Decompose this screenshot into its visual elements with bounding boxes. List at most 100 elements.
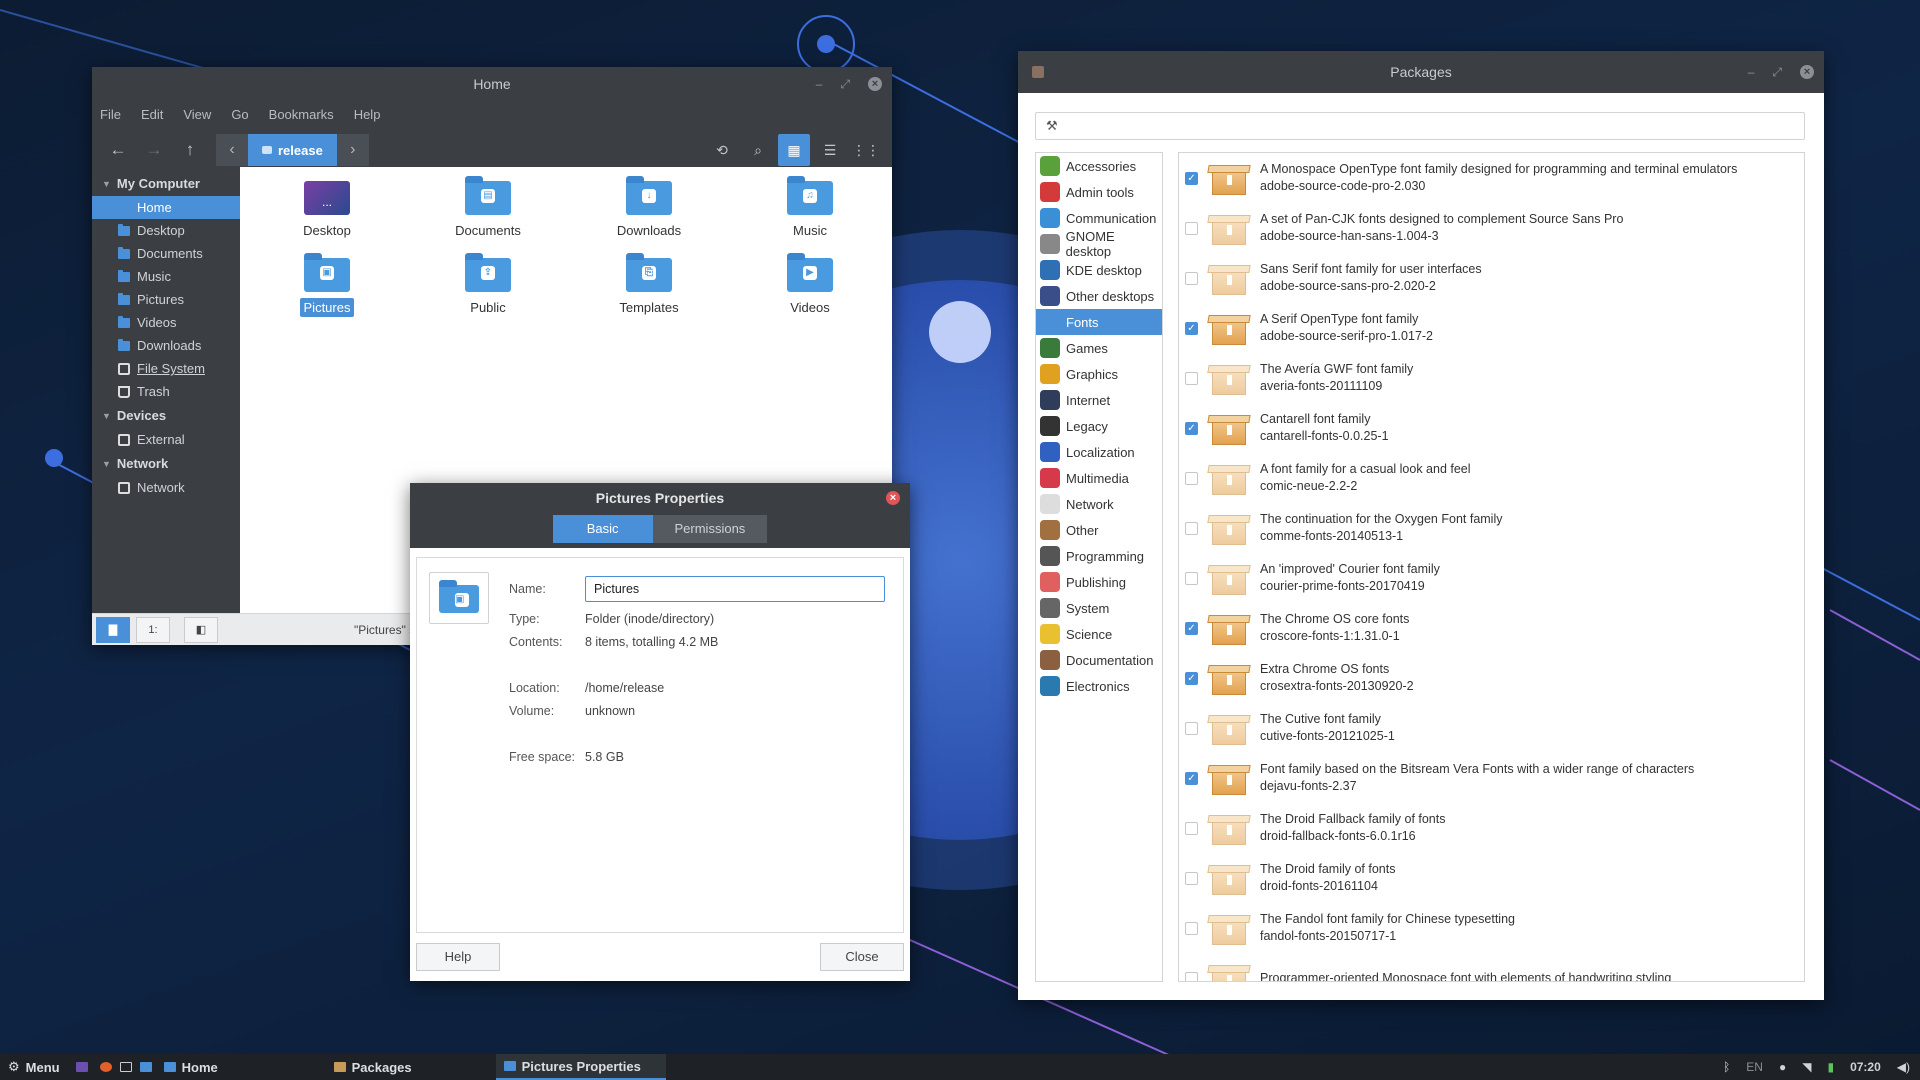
category-item[interactable]: Multimedia xyxy=(1036,465,1162,491)
file-item-music[interactable]: ♫ Music xyxy=(735,176,885,238)
terminal-launcher[interactable] xyxy=(116,1054,136,1080)
tab-permissions[interactable]: Permissions xyxy=(652,515,768,543)
help-button[interactable]: Help xyxy=(416,943,500,971)
menu-help[interactable]: Help xyxy=(354,107,381,122)
category-item[interactable]: Fonts xyxy=(1036,309,1162,335)
breadcrumb-right-chevron-icon[interactable]: › xyxy=(336,134,369,166)
package-row[interactable]: ✓ Cantarell font family cantarell-fonts-0.… xyxy=(1179,403,1804,453)
bluetooth-icon[interactable]: ᛒ xyxy=(1723,1060,1730,1074)
sidebar-item-network[interactable]: Network xyxy=(92,476,240,499)
breadcrumb-current[interactable]: release xyxy=(248,134,337,166)
category-item[interactable]: Internet xyxy=(1036,387,1162,413)
package-row[interactable]: ✓ The Chrome OS core fonts croscore-fonts-… xyxy=(1179,603,1804,653)
install-checkbox[interactable] xyxy=(1185,521,1198,535)
install-checkbox[interactable] xyxy=(1185,721,1198,735)
folder-preview[interactable]: ▣ xyxy=(429,572,489,624)
menu-go[interactable]: Go xyxy=(231,107,248,122)
sidebar-item-downloads[interactable]: Downloads xyxy=(92,334,240,357)
category-item[interactable]: Other desktops xyxy=(1036,283,1162,309)
sidebar-item-home[interactable]: Home xyxy=(92,196,240,219)
close-icon[interactable]: × xyxy=(868,77,882,91)
name-field[interactable]: Pictures xyxy=(585,576,885,602)
close-icon[interactable]: × xyxy=(886,491,900,505)
package-row[interactable]: ✓ A Monospace OpenType font family design… xyxy=(1179,153,1804,203)
sidebar-item-desktop[interactable]: Desktop xyxy=(92,219,240,242)
back-arrow-icon[interactable]: ← xyxy=(100,140,136,160)
user-icon[interactable]: ● xyxy=(1779,1060,1786,1074)
hide-sidebar-icon[interactable]: ◧ xyxy=(184,616,218,643)
category-item[interactable]: Localization xyxy=(1036,439,1162,465)
install-checkbox[interactable]: ✓ xyxy=(1185,421,1198,435)
package-row[interactable]: ✓ Font family based on the Bitsream Vera … xyxy=(1179,753,1804,803)
package-row[interactable]: An 'improved' Courier font family courier… xyxy=(1179,553,1804,603)
package-row[interactable]: The Droid Fallback family of fonts droid-… xyxy=(1179,803,1804,853)
show-tree-button[interactable]: 1: xyxy=(136,616,170,643)
install-checkbox[interactable] xyxy=(1185,471,1198,485)
package-row[interactable]: Sans Serif font family for user interfac… xyxy=(1179,253,1804,303)
install-checkbox[interactable] xyxy=(1185,571,1198,585)
battery-icon[interactable]: ▮ xyxy=(1827,1060,1834,1074)
close-button[interactable]: Close xyxy=(820,943,904,971)
file-item-public[interactable]: ⇪ Public xyxy=(413,253,563,315)
volume-icon[interactable]: ◀) xyxy=(1897,1060,1910,1074)
package-row[interactable]: The Fandol font family for Chinese types… xyxy=(1179,903,1804,953)
install-checkbox[interactable] xyxy=(1185,271,1198,285)
tab-basic[interactable]: Basic xyxy=(552,515,653,543)
category-item[interactable]: Games xyxy=(1036,335,1162,361)
install-checkbox[interactable] xyxy=(1185,221,1198,235)
category-item[interactable]: Publishing xyxy=(1036,569,1162,595)
install-checkbox[interactable] xyxy=(1185,871,1198,885)
category-item[interactable]: Network xyxy=(1036,491,1162,517)
sidebar-item-file-system[interactable]: File System xyxy=(92,357,240,380)
menu-file[interactable]: File xyxy=(100,107,121,122)
packages-titlebar[interactable]: Packages – ⤢ × xyxy=(1018,51,1824,93)
file-item-pictures[interactable]: ▣ Pictures xyxy=(252,253,402,317)
package-row[interactable]: The Cutive font family cutive-fonts-20121… xyxy=(1179,703,1804,753)
package-row[interactable]: The Avería GWF font family averia-fonts-2… xyxy=(1179,353,1804,403)
search-icon[interactable]: ⌕ xyxy=(742,134,774,166)
firefox-launcher[interactable] xyxy=(96,1054,116,1080)
compact-view-icon[interactable]: ⋮⋮ xyxy=(850,134,882,166)
files-launcher[interactable] xyxy=(136,1054,156,1080)
category-item[interactable]: Programming xyxy=(1036,543,1162,569)
file-item-desktop[interactable]: ... Desktop xyxy=(252,181,402,238)
category-item[interactable]: Legacy xyxy=(1036,413,1162,439)
install-checkbox[interactable]: ✓ xyxy=(1185,621,1198,635)
toggle-location-icon[interactable]: ⟲ xyxy=(706,134,738,166)
sidebar-item-music[interactable]: Music xyxy=(92,265,240,288)
install-checkbox[interactable]: ✓ xyxy=(1185,771,1198,785)
file-item-videos[interactable]: ▶ Videos xyxy=(735,253,885,315)
file-item-downloads[interactable]: ↓ Downloads xyxy=(574,176,724,238)
install-checkbox[interactable]: ✓ xyxy=(1185,321,1198,335)
sidebar-item-external[interactable]: External xyxy=(92,428,240,451)
maximize-icon[interactable]: ⤢ xyxy=(1772,65,1782,80)
close-icon[interactable]: × xyxy=(1800,65,1814,79)
sidebar-header-network[interactable]: ▼ Network xyxy=(92,451,240,476)
package-row[interactable]: The continuation for the Oxygen Font fam… xyxy=(1179,503,1804,553)
icon-view-icon[interactable]: ▦ xyxy=(778,134,810,166)
install-checkbox[interactable] xyxy=(1185,971,1198,981)
category-item[interactable]: KDE desktop xyxy=(1036,257,1162,283)
category-item[interactable]: GNOME desktop xyxy=(1036,229,1162,259)
package-row[interactable]: ✓ Extra Chrome OS fonts crosextra-fonts-20… xyxy=(1179,653,1804,703)
menu-edit[interactable]: Edit xyxy=(141,107,163,122)
sidebar-header-my-computer[interactable]: ▼ My Computer xyxy=(92,171,240,196)
sidebar-item-videos[interactable]: Videos xyxy=(92,311,240,334)
package-row[interactable]: The Droid family of fonts droid-fonts-201… xyxy=(1179,853,1804,903)
minimize-icon[interactable]: – xyxy=(1748,65,1755,79)
package-row[interactable]: A set of Pan-CJK fonts designed to compl… xyxy=(1179,203,1804,253)
sidebar-item-trash[interactable]: Trash xyxy=(92,380,240,403)
category-item[interactable]: Other xyxy=(1036,517,1162,543)
install-checkbox[interactable]: ✓ xyxy=(1185,671,1198,685)
task-pictures-properties[interactable]: Pictures Properties xyxy=(495,1054,666,1080)
package-row[interactable]: ✓ A Serif OpenType font family adobe-sourc… xyxy=(1179,303,1804,353)
install-checkbox[interactable] xyxy=(1185,921,1198,935)
task-packages[interactable]: Packages xyxy=(326,1054,496,1080)
category-item[interactable]: Communication xyxy=(1036,205,1162,231)
keyboard-layout[interactable]: EN xyxy=(1746,1060,1763,1074)
list-view-icon[interactable]: ☰ xyxy=(814,134,846,166)
sidebar-header-devices[interactable]: ▼ Devices xyxy=(92,403,240,428)
install-checkbox[interactable] xyxy=(1185,821,1198,835)
maximize-icon[interactable]: ⤢ xyxy=(840,77,850,92)
category-item[interactable]: Accessories xyxy=(1036,153,1162,179)
